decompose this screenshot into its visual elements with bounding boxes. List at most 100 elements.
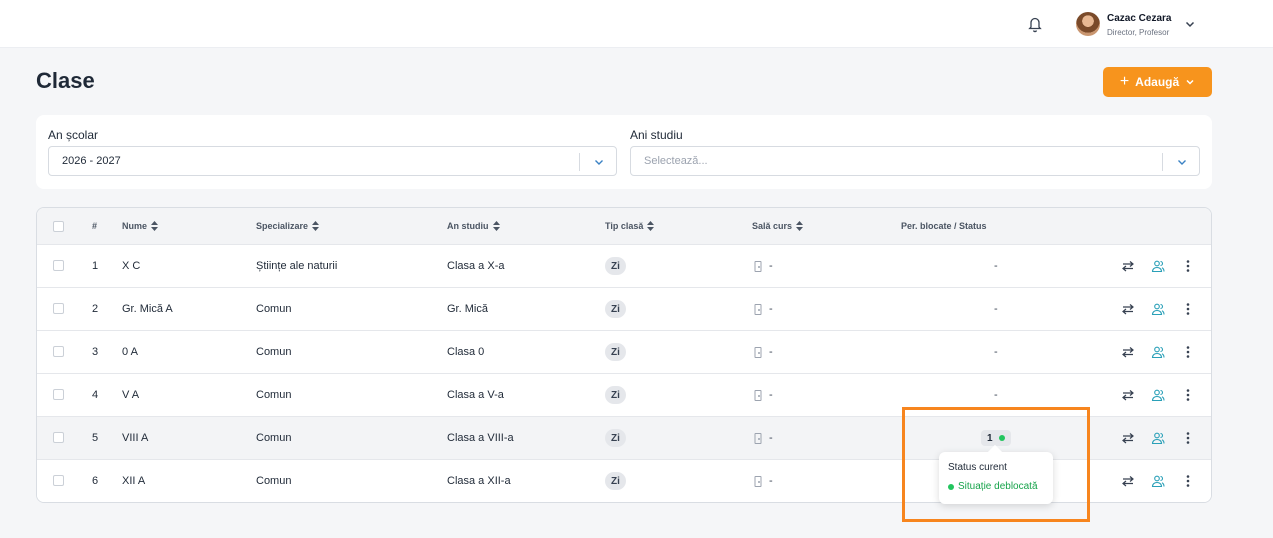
row-checkbox[interactable] bbox=[53, 303, 64, 314]
filters-panel: An școlar 2026 - 2027 Ani studiu Selecte… bbox=[36, 115, 1212, 189]
door-icon bbox=[754, 432, 762, 444]
column-class-type[interactable]: Tip clasă bbox=[605, 221, 655, 231]
row-room: - bbox=[754, 303, 773, 315]
add-button-label: Adaugă bbox=[1135, 75, 1180, 89]
sort-icon[interactable] bbox=[151, 221, 159, 231]
table-row[interactable]: 1 X C Științe ale naturii Clasa a X-a Zi - - bbox=[37, 245, 1211, 288]
users-icon[interactable] bbox=[1151, 345, 1165, 359]
row-room: - bbox=[754, 432, 773, 444]
avatar[interactable] bbox=[1076, 12, 1100, 36]
column-name[interactable]: Nume bbox=[122, 221, 159, 231]
column-room[interactable]: Sală curs bbox=[752, 221, 804, 231]
column-index: # bbox=[92, 221, 98, 231]
user-name[interactable]: Cazac Cezara bbox=[1107, 13, 1171, 24]
row-specialization: Comun bbox=[256, 475, 292, 487]
row-specialization: Comun bbox=[256, 303, 292, 315]
more-vertical-icon[interactable] bbox=[1181, 302, 1195, 316]
row-index: 2 bbox=[92, 303, 99, 315]
more-vertical-icon[interactable] bbox=[1181, 431, 1195, 445]
top-bar: Cazac Cezara Director, Profesor bbox=[0, 0, 1273, 48]
school-year-select[interactable]: 2026 - 2027 bbox=[48, 146, 617, 176]
row-status: - bbox=[994, 389, 998, 401]
row-specialization: Științe ale naturii bbox=[256, 260, 338, 272]
door-icon bbox=[754, 475, 762, 487]
door-icon bbox=[754, 346, 762, 358]
table-row[interactable]: 2 Gr. Mică A Comun Gr. Mică Zi - - bbox=[37, 288, 1211, 331]
row-checkbox[interactable] bbox=[53, 260, 64, 271]
select-divider bbox=[579, 153, 580, 171]
row-index: 3 bbox=[92, 346, 99, 358]
row-checkbox[interactable] bbox=[53, 475, 64, 486]
table-row[interactable]: 3 0 A Comun Clasa 0 Zi - - bbox=[37, 331, 1211, 374]
chevron-down-icon[interactable] bbox=[1184, 18, 1196, 30]
plus-icon: + bbox=[1119, 73, 1130, 90]
table-header: # Nume Specializare An studiu Tip clasă … bbox=[37, 208, 1211, 245]
row-index: 6 bbox=[92, 475, 99, 487]
class-type-badge: Zi bbox=[605, 343, 626, 361]
sort-icon[interactable] bbox=[312, 221, 320, 231]
row-study-year: Gr. Mică bbox=[447, 303, 488, 315]
row-study-year: Clasa 0 bbox=[447, 346, 485, 358]
sort-icon[interactable] bbox=[492, 221, 500, 231]
transfer-icon[interactable] bbox=[1121, 474, 1135, 488]
column-study-year[interactable]: An studiu bbox=[447, 221, 500, 231]
row-study-year: Clasa a X-a bbox=[447, 260, 505, 272]
row-specialization: Comun bbox=[256, 346, 292, 358]
users-icon[interactable] bbox=[1151, 474, 1165, 488]
study-years-label: Ani studiu bbox=[630, 128, 683, 142]
chevron-down-icon[interactable] bbox=[594, 157, 604, 167]
chevron-down-icon[interactable] bbox=[1177, 157, 1187, 167]
transfer-icon[interactable] bbox=[1121, 345, 1135, 359]
row-name: Gr. Mică A bbox=[122, 303, 173, 315]
more-vertical-icon[interactable] bbox=[1181, 388, 1195, 402]
row-room: - bbox=[754, 475, 773, 487]
row-status: - bbox=[994, 260, 998, 272]
select-all-checkbox[interactable] bbox=[53, 221, 64, 232]
bell-icon[interactable] bbox=[1027, 15, 1043, 33]
sort-icon[interactable] bbox=[647, 221, 655, 231]
row-status: - bbox=[994, 346, 998, 358]
study-years-placeholder: Selectează... bbox=[644, 155, 708, 167]
row-specialization: Comun bbox=[256, 432, 292, 444]
row-checkbox[interactable] bbox=[53, 389, 64, 400]
column-specialization[interactable]: Specializare bbox=[256, 221, 320, 231]
row-checkbox[interactable] bbox=[53, 346, 64, 357]
transfer-icon[interactable] bbox=[1121, 431, 1135, 445]
row-study-year: Clasa a VIII-a bbox=[447, 432, 514, 444]
door-icon bbox=[754, 260, 762, 272]
study-years-select[interactable]: Selectează... bbox=[630, 146, 1200, 176]
chevron-down-icon bbox=[1186, 79, 1194, 85]
row-index: 1 bbox=[92, 260, 99, 272]
school-year-value: 2026 - 2027 bbox=[62, 155, 121, 167]
row-study-year: Clasa a V-a bbox=[447, 389, 504, 401]
more-vertical-icon[interactable] bbox=[1181, 259, 1195, 273]
row-room: - bbox=[754, 260, 773, 272]
sort-icon[interactable] bbox=[796, 221, 804, 231]
users-icon[interactable] bbox=[1151, 259, 1165, 273]
row-name: XII A bbox=[122, 475, 146, 487]
highlight-box bbox=[902, 407, 1090, 522]
transfer-icon[interactable] bbox=[1121, 259, 1135, 273]
school-year-label: An școlar bbox=[48, 128, 99, 142]
user-role: Director, Profesor bbox=[1107, 28, 1170, 37]
users-icon[interactable] bbox=[1151, 302, 1165, 316]
class-type-badge: Zi bbox=[605, 300, 626, 318]
transfer-icon[interactable] bbox=[1121, 388, 1135, 402]
class-type-badge: Zi bbox=[605, 472, 626, 490]
column-status: Per. blocate / Status bbox=[901, 221, 987, 231]
transfer-icon[interactable] bbox=[1121, 302, 1135, 316]
row-index: 4 bbox=[92, 389, 99, 401]
select-divider bbox=[1162, 153, 1163, 171]
add-button[interactable]: + Adaugă bbox=[1103, 67, 1212, 97]
more-vertical-icon[interactable] bbox=[1181, 345, 1195, 359]
door-icon bbox=[754, 303, 762, 315]
more-vertical-icon[interactable] bbox=[1181, 474, 1195, 488]
row-specialization: Comun bbox=[256, 389, 292, 401]
row-room: - bbox=[754, 346, 773, 358]
class-type-badge: Zi bbox=[605, 257, 626, 275]
row-checkbox[interactable] bbox=[53, 432, 64, 443]
row-status: - bbox=[994, 303, 998, 315]
users-icon[interactable] bbox=[1151, 431, 1165, 445]
users-icon[interactable] bbox=[1151, 388, 1165, 402]
row-name: 0 A bbox=[122, 346, 138, 358]
